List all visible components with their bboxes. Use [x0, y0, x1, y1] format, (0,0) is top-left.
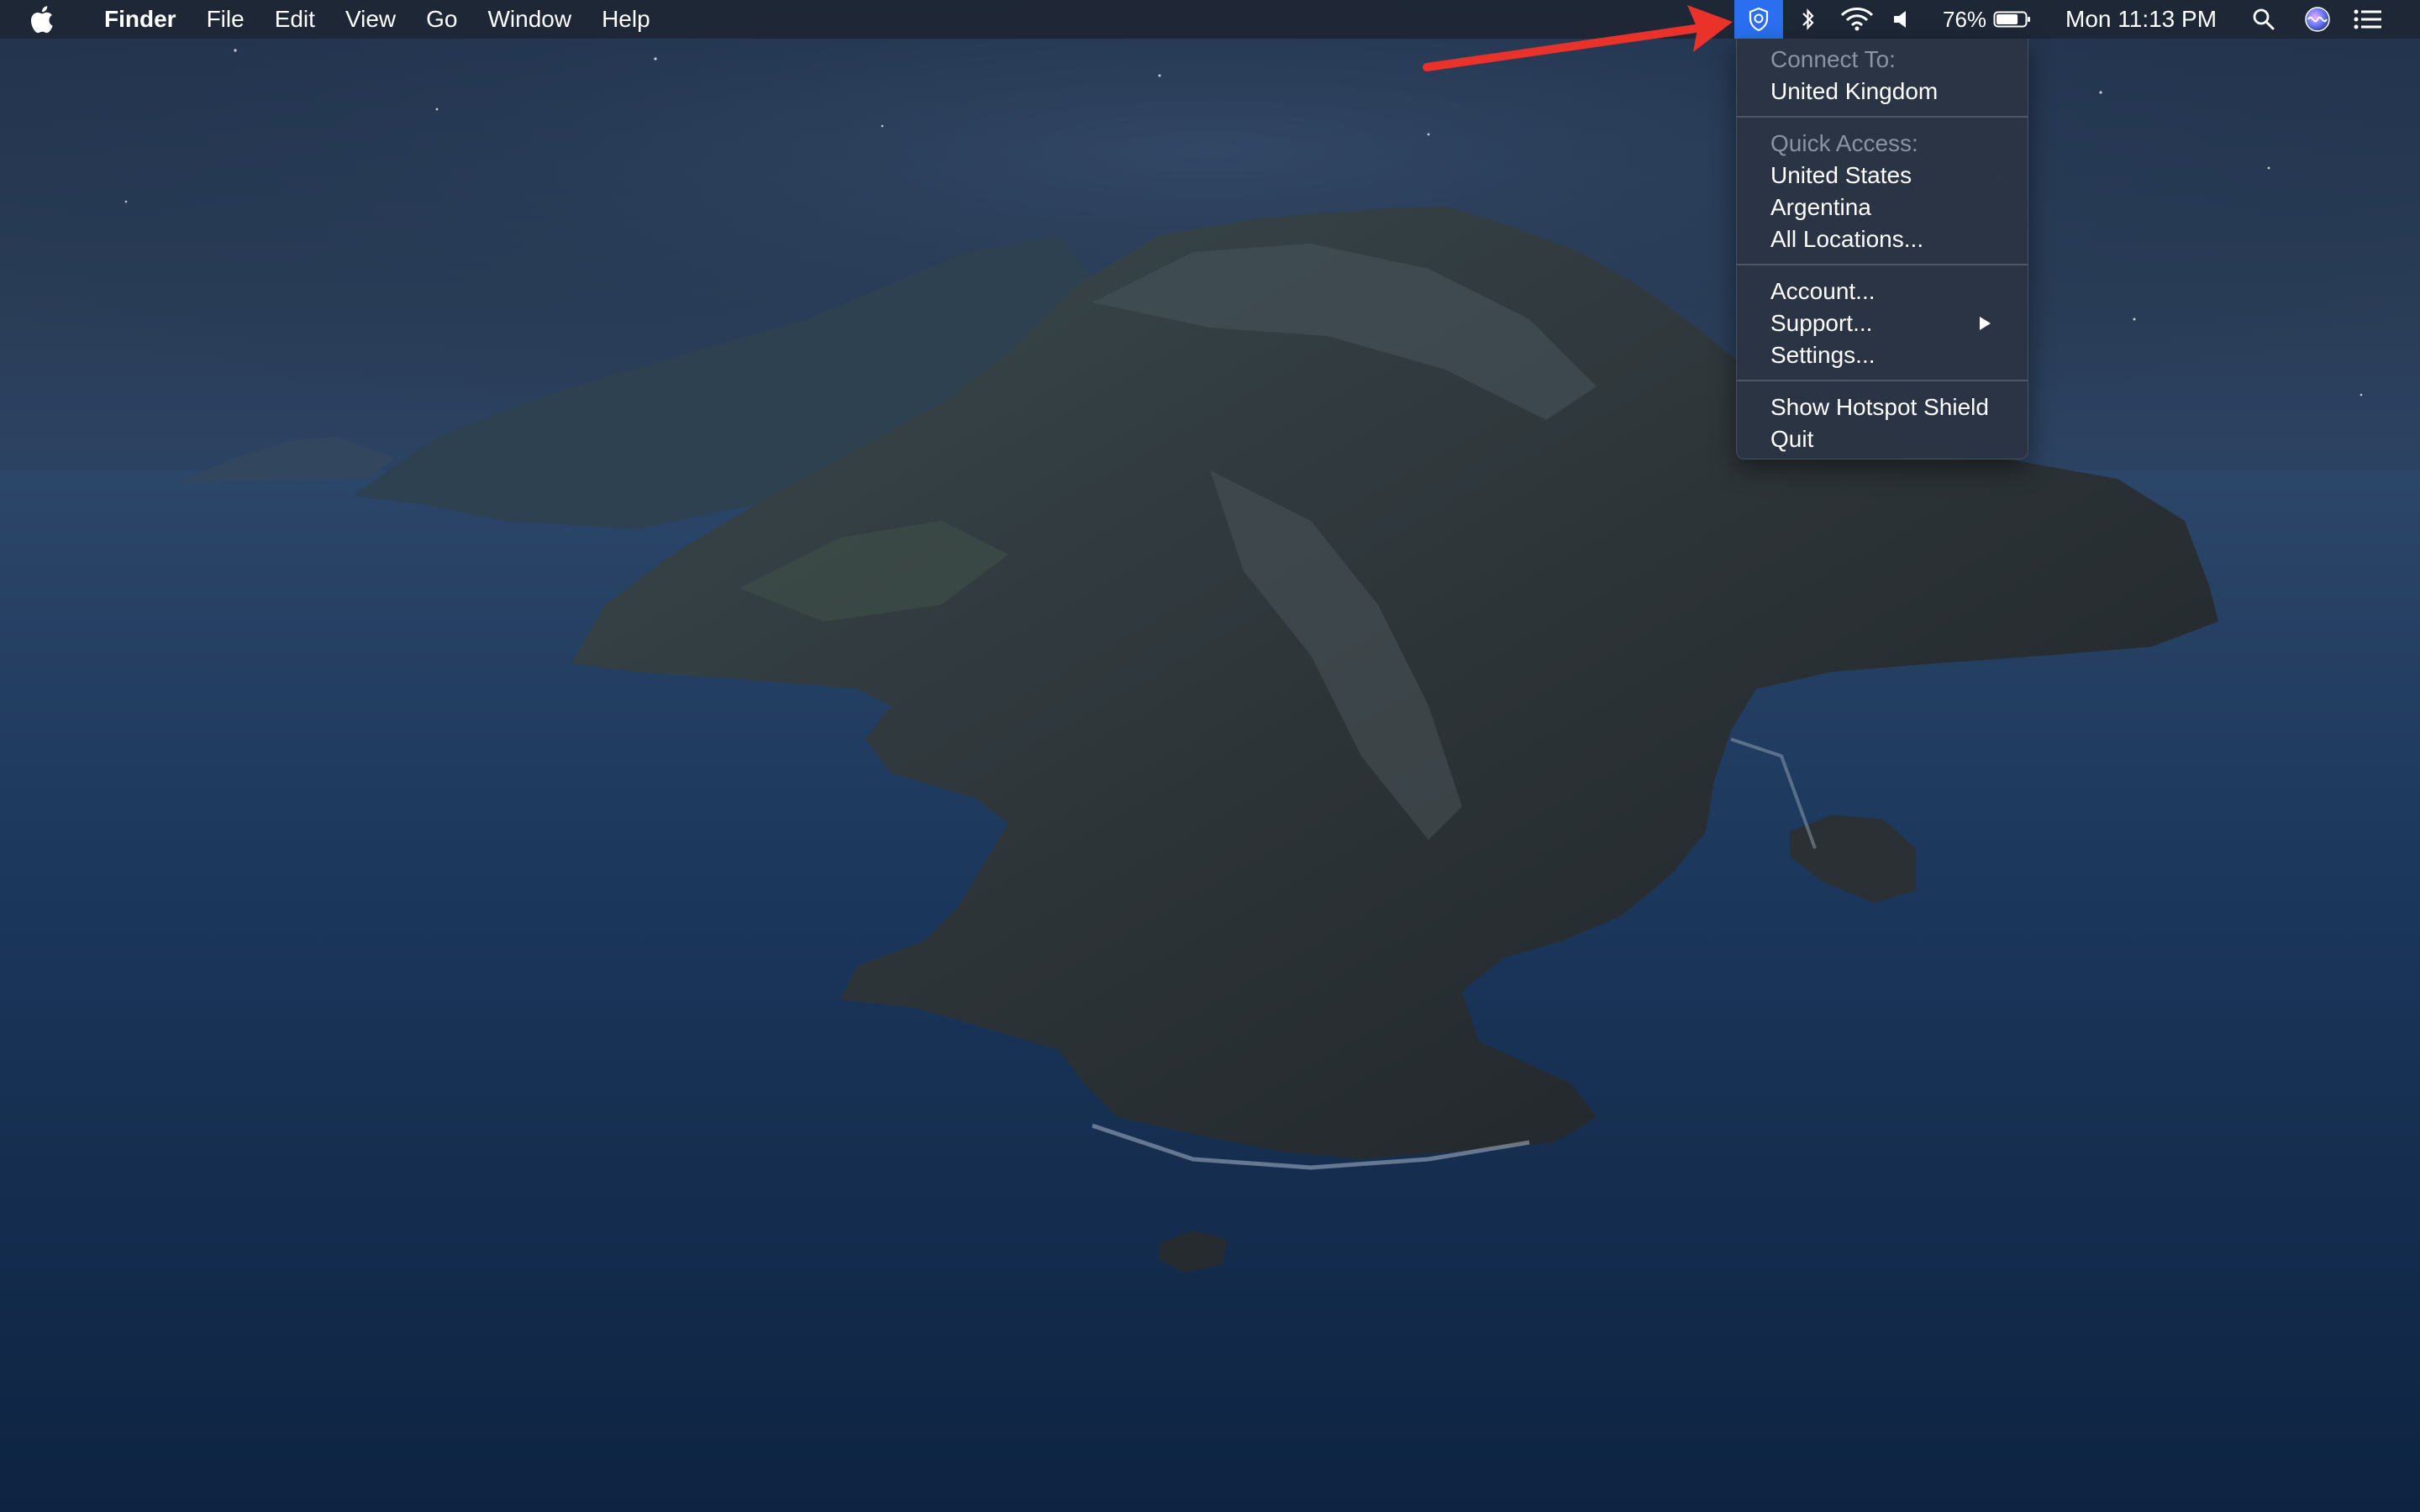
menu-view[interactable]: View [330, 0, 411, 39]
account-item[interactable]: Account... [1770, 276, 1876, 307]
support-item-label: Support... [1770, 310, 1873, 336]
menu-separator [1737, 380, 2028, 381]
wifi-icon[interactable] [1832, 0, 1882, 39]
submenu-arrow-icon [1977, 307, 1994, 339]
battery-icon[interactable] [1991, 0, 2033, 39]
red-arrow-annotation [1423, 5, 1733, 71]
menu-file[interactable]: File [192, 0, 260, 39]
quit-item[interactable]: Quit [1770, 423, 1813, 455]
apple-logo-icon[interactable] [30, 0, 64, 39]
all-locations-item[interactable]: All Locations... [1770, 223, 1923, 255]
menu-separator [1737, 116, 2028, 118]
menu-window[interactable]: Window [472, 0, 587, 39]
menu-go[interactable]: Go [411, 0, 472, 39]
siri-icon[interactable] [2302, 0, 2333, 39]
search-icon[interactable] [2249, 0, 2279, 39]
hotspot-shield-status-item[interactable] [1734, 0, 1783, 39]
battery-level-fill [1996, 14, 2018, 24]
desktop: Finder File Edit View Go Window Help 76%… [0, 0, 2420, 1512]
menu-bar-clock[interactable]: Mon 11:13 PM [2065, 0, 2217, 39]
quick-item-argentina[interactable]: Argentina [1770, 192, 1871, 223]
red-arrow-shaft [1423, 24, 1706, 71]
support-item[interactable]: Support... [1770, 307, 2011, 339]
menu-bar: Finder File Edit View Go Window Help 76%… [0, 0, 2420, 39]
quick-access-header: Quick Access: [1770, 130, 1918, 156]
connect-location-item[interactable]: United Kingdom [1770, 76, 1938, 108]
shield-icon [1749, 7, 1769, 32]
list-icon[interactable] [2349, 0, 2386, 39]
menu-edit[interactable]: Edit [260, 0, 330, 39]
quick-item-united-states[interactable]: United States [1770, 160, 1912, 192]
bluetooth-icon[interactable] [1793, 0, 1823, 39]
volume-icon[interactable] [1889, 0, 1914, 39]
settings-item[interactable]: Settings... [1770, 339, 1876, 371]
connect-to-header: Connect To: [1770, 46, 1896, 72]
battery-percent: 76% [1943, 7, 1987, 32]
menu-finder[interactable]: Finder [89, 0, 192, 39]
show-hotspot-shield-item[interactable]: Show Hotspot Shield [1770, 391, 1989, 423]
menu-separator [1737, 264, 2028, 265]
menu-help[interactable]: Help [587, 0, 666, 39]
wallpaper-catalina-island [0, 0, 2420, 1512]
hotspot-shield-menu: Connect To: United Kingdom Quick Access:… [1736, 39, 2028, 459]
